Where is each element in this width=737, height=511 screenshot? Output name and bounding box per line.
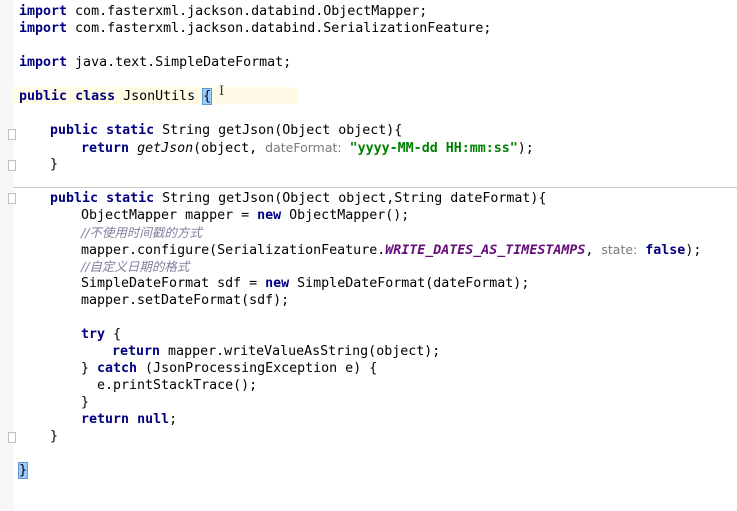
- code-text: e.printStackTrace();: [97, 378, 258, 393]
- keyword: return: [81, 141, 130, 156]
- code-line[interactable]: public static String getJson(Object obje…: [50, 190, 546, 207]
- code-line[interactable]: }: [50, 428, 58, 445]
- code-text: com.fasterxml.jackson.databind.Serializa…: [67, 21, 492, 36]
- code-line[interactable]: return mapper.writeValueAsString(object)…: [112, 343, 440, 360]
- fold-marker-icon[interactable]: [8, 160, 16, 171]
- keyword: new: [257, 208, 282, 223]
- keyword: static: [106, 123, 155, 138]
- code-line[interactable]: mapper.configure(SerializationFeature.WR…: [81, 241, 701, 258]
- code-line[interactable]: return null;: [81, 411, 177, 428]
- code-line[interactable]: import com.fasterxml.jackson.databind.Se…: [19, 20, 491, 37]
- code-line[interactable]: }: [50, 156, 58, 173]
- code-text: com.fasterxml.jackson.databind.ObjectMap…: [67, 4, 428, 19]
- keyword: import: [19, 4, 68, 19]
- code-line[interactable]: }: [81, 394, 89, 411]
- method-separator: [14, 187, 737, 188]
- static-field: WRITE_DATES_AS_TIMESTAMPS: [385, 243, 586, 258]
- code-text: java.text.SimpleDateFormat;: [67, 55, 292, 70]
- closing-brace: }: [50, 157, 59, 172]
- keyword: false: [645, 243, 686, 258]
- code-line[interactable]: //自定义日期的格式: [81, 258, 189, 275]
- code-line[interactable]: try {: [81, 326, 121, 343]
- code-text: mapper.configure(SerializationFeature.: [81, 243, 386, 258]
- code-line[interactable]: }: [17, 462, 29, 479]
- code-text: mapper.writeValueAsString(object);: [160, 344, 441, 359]
- code-line[interactable]: import java.text.SimpleDateFormat;: [19, 54, 291, 71]
- code-line[interactable]: import com.fasterxml.jackson.databind.Ob…: [19, 3, 427, 20]
- keyword: public: [50, 123, 99, 138]
- code-line[interactable]: return getJson(object, dateFormat: "yyyy…: [81, 139, 534, 156]
- class-name: JsonUtils: [115, 89, 204, 104]
- code-text: {: [105, 327, 122, 342]
- fold-marker-icon[interactable]: [8, 129, 16, 140]
- code-text: (JsonProcessingException e) {: [137, 361, 378, 376]
- closing-brace: }: [50, 429, 59, 444]
- fold-marker-icon[interactable]: [8, 193, 16, 204]
- keyword: public: [50, 191, 99, 206]
- keyword: catch: [97, 361, 138, 376]
- code-text: mapper.setDateFormat(sdf);: [81, 293, 290, 308]
- text-cursor-icon: I: [219, 84, 225, 99]
- keyword: return: [81, 412, 130, 427]
- parameter-hint: dateFormat:: [265, 140, 342, 155]
- keyword: try: [81, 327, 106, 342]
- keyword: public: [19, 89, 68, 104]
- code-line[interactable]: public class JsonUtils {: [19, 88, 213, 105]
- closing-brace: }: [81, 395, 90, 410]
- code-text: ObjectMapper();: [281, 208, 410, 223]
- code-text: );: [685, 243, 702, 258]
- code-line[interactable]: e.printStackTrace();: [97, 377, 257, 394]
- code-text: (object,: [193, 141, 266, 156]
- code-line[interactable]: ObjectMapper mapper = new ObjectMapper()…: [81, 207, 409, 224]
- comment: //自定义日期的格式: [81, 259, 190, 274]
- keyword: return: [112, 344, 161, 359]
- matched-brace: }: [17, 462, 29, 479]
- code-line[interactable]: //不使用时间戳的方式: [81, 224, 202, 241]
- keyword: import: [19, 55, 68, 70]
- comment: //不使用时间戳的方式: [81, 225, 202, 240]
- code-text: ;: [169, 412, 178, 427]
- method-call: getJson: [137, 141, 194, 156]
- code-text: );: [517, 141, 534, 156]
- keyword: null: [137, 412, 170, 427]
- keyword: new: [265, 276, 290, 291]
- code-text: }: [81, 361, 98, 376]
- code-line[interactable]: SimpleDateFormat sdf = new SimpleDateFor…: [81, 275, 529, 292]
- code-text: ObjectMapper mapper =: [81, 208, 258, 223]
- matched-brace: {: [202, 88, 213, 105]
- code-text: String getJson(Object object,String date…: [154, 191, 547, 206]
- parameter-hint: state:: [601, 242, 638, 257]
- code-text: ,: [585, 243, 602, 258]
- code-line[interactable]: } catch (JsonProcessingException e) {: [81, 360, 377, 377]
- keyword: import: [19, 21, 68, 36]
- code-text: String getJson(Object object){: [154, 123, 403, 138]
- code-text: SimpleDateFormat(dateFormat);: [289, 276, 530, 291]
- keyword: static: [106, 191, 155, 206]
- keyword: class: [75, 89, 116, 104]
- code-line[interactable]: public static String getJson(Object obje…: [50, 122, 402, 139]
- string-literal: "yyyy-MM-dd HH:mm:ss": [349, 141, 518, 156]
- code-line[interactable]: mapper.setDateFormat(sdf);: [81, 292, 289, 309]
- code-editor[interactable]: import com.fasterxml.jackson.databind.Ob…: [0, 0, 737, 511]
- fold-marker-icon[interactable]: [8, 432, 16, 443]
- code-text: SimpleDateFormat sdf =: [81, 276, 266, 291]
